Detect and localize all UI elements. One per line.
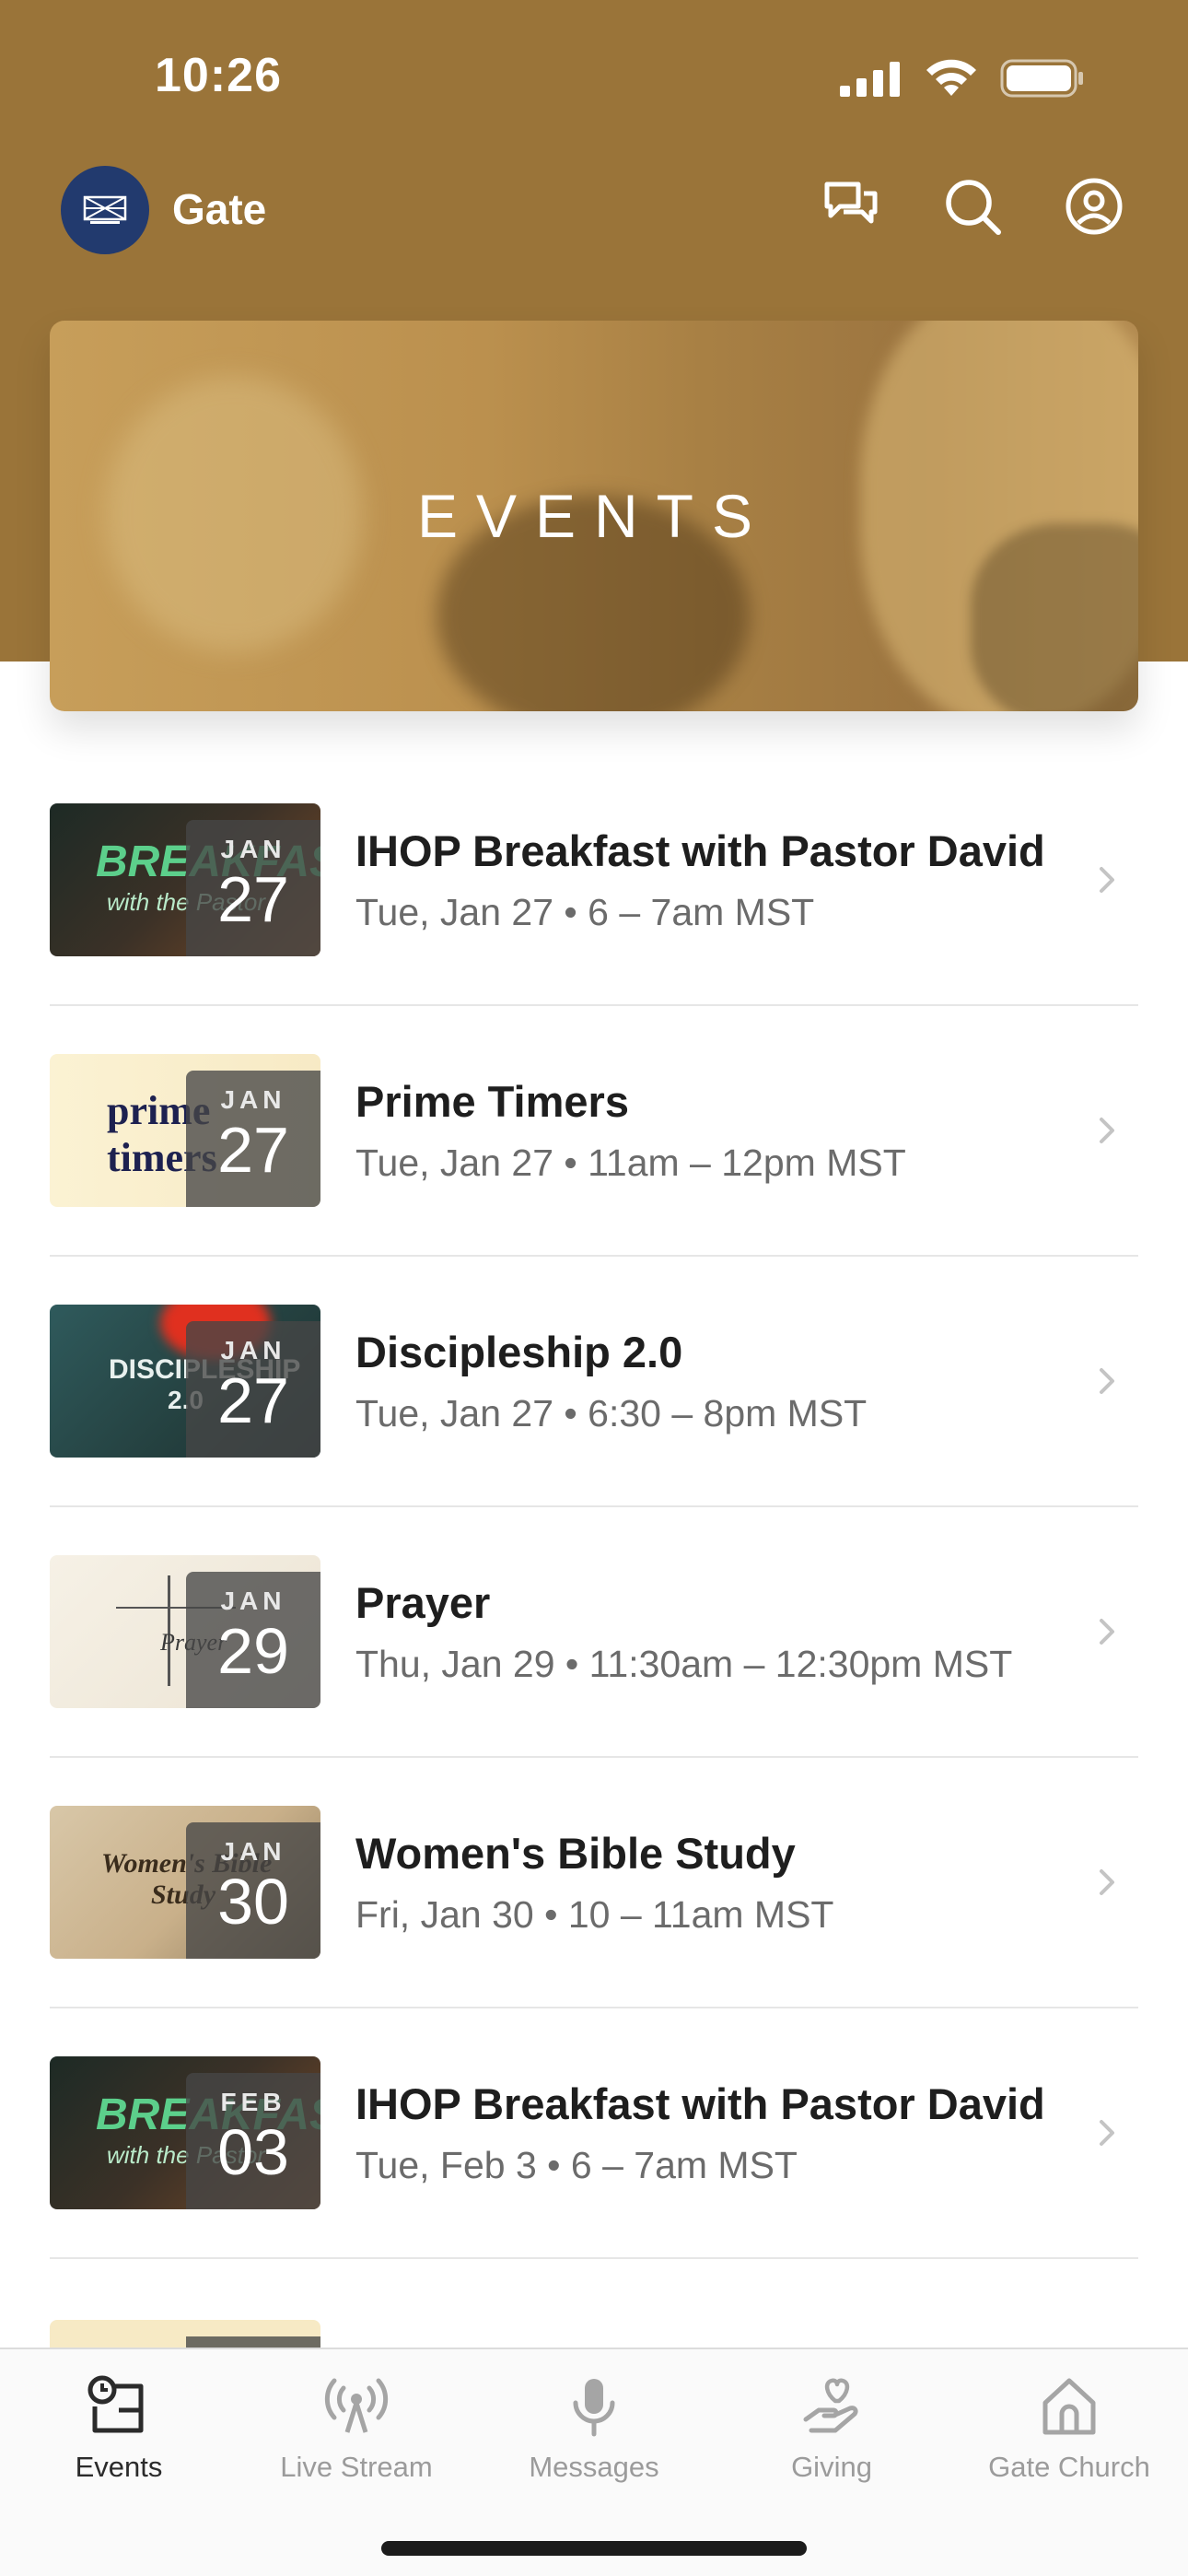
tab-label: Messages [529, 2451, 659, 2483]
home-indicator[interactable] [381, 2541, 807, 2556]
event-row[interactable]: BREAKFAST with the Pastor JAN 27 IHOP Br… [50, 755, 1138, 1006]
event-row[interactable]: DISCIPLESHIP 2.0 JAN 27 Discipleship 2.0… [50, 1257, 1138, 1507]
date-month: JAN [220, 1336, 286, 1364]
church-logo[interactable] [61, 166, 149, 254]
tab-live-stream[interactable]: Live Stream [238, 2349, 475, 2497]
event-info: Prayer Thu, Jan 29 • 11:30am – 12:30pm M… [355, 1577, 1089, 1686]
tab-messages[interactable]: Messages [475, 2349, 713, 2497]
tab-label: Gate Church [988, 2451, 1150, 2483]
event-info: Discipleship 2.0 Tue, Jan 27 • 6:30 – 8p… [355, 1327, 1089, 1435]
battery-icon [1000, 59, 1085, 102]
tab-events[interactable]: Events [0, 2349, 238, 2497]
event-title: Prayer [355, 1578, 491, 1627]
cellular-signal-icon [840, 60, 903, 101]
status-bar: 10:26 [0, 0, 1188, 157]
chat-icon[interactable] [821, 177, 880, 236]
date-badge: JAN 27 [186, 1321, 320, 1458]
event-datetime: Tue, Jan 27 • 6:30 – 8pm MST [355, 1392, 868, 1434]
event-thumbnail: BREAKFAST with the Pastor FEB 03 [50, 2056, 320, 2209]
date-month: FEB [220, 2088, 286, 2116]
event-datetime: Tue, Jan 27 • 11am – 12pm MST [355, 1142, 906, 1184]
event-info: Prime Timers Tue, Jan 27 • 11am – 12pm M… [355, 1076, 1089, 1185]
banner-title: EVENTS [416, 482, 772, 550]
tab-label: Giving [791, 2451, 872, 2483]
app-header: Gate [0, 157, 1188, 263]
event-info: IHOP Breakfast with Pastor David Tue, Ja… [355, 825, 1089, 934]
event-thumbnail: prime timers JAN 27 [50, 1054, 320, 1207]
search-icon[interactable] [943, 177, 1002, 236]
event-datetime: Thu, Jan 29 • 11:30am – 12:30pm MST [355, 1643, 1013, 1685]
event-datetime: Tue, Feb 3 • 6 – 7am MST [355, 2144, 798, 2186]
event-title: Discipleship 2.0 [355, 1328, 683, 1376]
tab-gate-church[interactable]: Gate Church [950, 2349, 1188, 2497]
tab-label: Live Stream [280, 2451, 433, 2483]
house-icon [1032, 2370, 1106, 2443]
app-name: Gate [172, 185, 267, 233]
header-actions [821, 177, 1124, 236]
date-badge: FEB 03 [186, 2073, 320, 2209]
chevron-right-icon [1089, 1366, 1125, 1396]
event-thumbnail: Women's Bible Study JAN 30 [50, 1806, 320, 1959]
profile-icon[interactable] [1065, 177, 1124, 236]
event-title: Prime Timers [355, 1077, 629, 1126]
date-badge: JAN 29 [186, 1572, 320, 1708]
date-day: 27 [217, 1364, 289, 1436]
date-day: 29 [217, 1615, 289, 1687]
chevron-right-icon [1089, 1868, 1125, 1897]
event-thumbnail: BREAKFAST with the Pastor JAN 27 [50, 803, 320, 956]
events-banner: EVENTS [50, 321, 1138, 711]
date-badge: JAN 27 [186, 1071, 320, 1207]
calendar-clock-icon [82, 2370, 156, 2443]
event-title: IHOP Breakfast with Pastor David [355, 826, 1045, 875]
event-thumbnail: DISCIPLESHIP 2.0 JAN 27 [50, 1305, 320, 1458]
event-datetime: Fri, Jan 30 • 10 – 11am MST [355, 1893, 834, 1936]
event-info: Women's Bible Study Fri, Jan 30 • 10 – 1… [355, 1828, 1089, 1937]
event-thumbnail: Prayer JAN 29 [50, 1555, 320, 1708]
microphone-icon [557, 2370, 631, 2443]
event-row[interactable]: BREAKFAST with the Pastor FEB 03 IHOP Br… [50, 2008, 1138, 2259]
event-row[interactable]: Women's Bible Study JAN 30 Women's Bible… [50, 1758, 1138, 2008]
date-badge: JAN 27 [186, 820, 320, 956]
date-month: JAN [220, 1085, 286, 1114]
date-month: JAN [220, 835, 286, 863]
date-month: JAN [220, 1587, 286, 1615]
tab-label: Events [75, 2451, 163, 2483]
heart-hand-icon [795, 2370, 868, 2443]
status-time: 10:26 [155, 49, 282, 102]
date-badge: JAN 30 [186, 1822, 320, 1959]
event-title: Women's Bible Study [355, 1829, 796, 1878]
date-month: JAN [220, 1837, 286, 1866]
event-info: IHOP Breakfast with Pastor David Tue, Fe… [355, 2078, 1089, 2187]
event-row[interactable]: Prayer JAN 29 Prayer Thu, Jan 29 • 11:30… [50, 1507, 1138, 1758]
chevron-right-icon [1089, 1617, 1125, 1646]
broadcast-icon [320, 2370, 393, 2443]
event-title: IHOP Breakfast with Pastor David [355, 2079, 1045, 2128]
chevron-right-icon [1089, 1116, 1125, 1145]
date-day: 27 [217, 863, 289, 935]
wifi-icon [925, 59, 978, 102]
chevron-right-icon [1089, 2118, 1125, 2148]
date-day: 30 [217, 1866, 289, 1938]
tab-giving[interactable]: Giving [713, 2349, 950, 2497]
event-datetime: Tue, Jan 27 • 6 – 7am MST [355, 891, 815, 933]
date-day: 03 [217, 2116, 289, 2188]
date-day: 27 [217, 1114, 289, 1186]
chevron-right-icon [1089, 865, 1125, 895]
event-row[interactable]: prime timers JAN 27 Prime Timers Tue, Ja… [50, 1006, 1138, 1257]
status-icons [840, 59, 1085, 102]
